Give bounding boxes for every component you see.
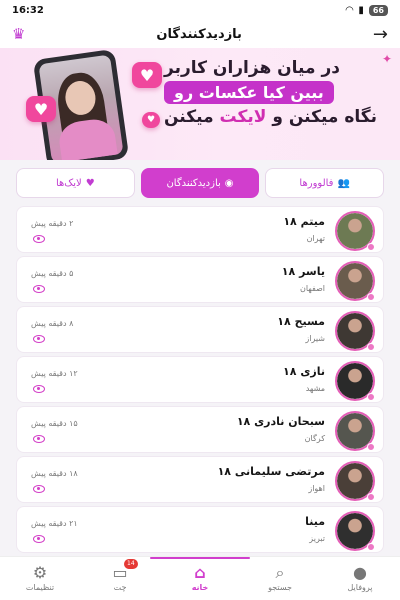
eye-icon: ◉ <box>224 177 234 189</box>
status-bar: 16:32 ◠ ▮ 66 <box>0 0 400 20</box>
banner-line-3-highlight: لایکت <box>219 107 267 127</box>
back-arrow-icon[interactable]: → <box>373 24 388 45</box>
list-item[interactable]: مرتضی سلیمانی ۱۸ اهواز ۱۸ دقیقه پیش <box>16 456 384 503</box>
visitor-city: مشهد <box>305 384 325 393</box>
nav-chat-label: چت <box>113 583 127 592</box>
online-indicator <box>367 243 375 251</box>
online-indicator <box>367 543 375 551</box>
crown-icon[interactable]: ♛ <box>12 25 25 43</box>
wifi-icon: ◠ <box>345 4 354 16</box>
promo-banner[interactable]: ♥ ♥ ♥ ✦ در میان هزاران کاربر ببین کیا عک… <box>0 48 400 160</box>
list-item[interactable]: مینا تبریز ۲۱ دقیقه پیش <box>16 506 384 553</box>
visit-time: ۱۵ دقیقه پیش <box>31 419 78 428</box>
person-icon: ● <box>353 563 367 582</box>
visitor-name: میتم ۱۸ <box>283 215 325 228</box>
bottom-nav: ● پروفایل ⌕ جستجو ⌂ خانه ▭ 14 چت ⚙ تنظیم… <box>0 556 400 600</box>
visitor-name: مینا <box>305 515 325 528</box>
status-time: 16:32 <box>12 4 44 16</box>
list-item[interactable]: میتم ۱۸ تهران ۲ دقیقه پیش <box>16 206 384 253</box>
visitor-city: شیراز <box>305 334 325 343</box>
online-indicator <box>367 293 375 301</box>
banner-text: در میان هزاران کاربر ببین کیا عکسات رو ن… <box>164 58 384 127</box>
gear-icon: ⚙ <box>32 563 48 582</box>
list-item[interactable]: سبحان نادری ۱۸ کرگان ۱۵ دقیقه پیش <box>16 406 384 453</box>
tab-bar: 👥 فالوورها ◉ بازدیدکنندگان ♥ لایک‌ها <box>15 168 384 198</box>
nav-settings-label: تنظیمات <box>25 583 55 592</box>
users-icon: 👥 <box>337 177 350 189</box>
tab-likes-label: لایک‌ها <box>55 177 82 189</box>
status-icons: ◠ ▮ 66 <box>345 4 388 16</box>
tab-followers[interactable]: 👥 فالوورها <box>265 168 384 198</box>
visitor-name: سبحان نادری ۱۸ <box>236 415 325 428</box>
eye-icon <box>33 385 45 393</box>
page-title: بازدیدکنندگان <box>156 26 242 42</box>
visit-time: ۵ دقیقه پیش <box>31 269 74 278</box>
eye-icon <box>33 485 45 493</box>
visit-time: ۱۲ دقیقه پیش <box>31 369 78 378</box>
visitor-name: نازی ۱۸ <box>283 365 325 378</box>
eye-icon <box>33 535 45 543</box>
app-bar: ♛ بازدیدکنندگان → <box>0 20 400 48</box>
tab-followers-label: فالوورها <box>299 177 334 189</box>
list-item[interactable]: نازی ۱۸ مشهد ۱۲ دقیقه پیش <box>16 356 384 403</box>
banner-line-3: نگاه میکنن و لایکت میکنن <box>164 107 377 127</box>
visit-time: ۲۱ دقیقه پیش <box>31 519 78 528</box>
nav-profile-label: پروفایل <box>347 583 373 592</box>
tab-visitors[interactable]: ◉ بازدیدکنندگان <box>140 168 260 198</box>
visitor-name: یاسر ۱۸ <box>281 265 325 278</box>
visitor-name: مسیح ۱۸ <box>277 315 325 328</box>
list-item[interactable]: یاسر ۱۸ اصفهان ۵ دقیقه پیش <box>16 256 384 303</box>
tab-visitors-label: بازدیدکنندگان <box>166 177 221 189</box>
visitor-city: کرگان <box>304 434 325 443</box>
banner-line-1: در میان هزاران کاربر <box>164 58 340 78</box>
heart-icon: ♥ <box>142 112 160 128</box>
tab-likes[interactable]: ♥ لایک‌ها <box>15 168 135 198</box>
visitor-name: مرتضی سلیمانی ۱۸ <box>217 465 325 478</box>
nav-profile[interactable]: ● پروفایل <box>320 557 400 600</box>
visitor-city: تبریز <box>309 534 325 543</box>
visitor-city: اصفهان <box>299 284 325 293</box>
heart-icon: ♥ <box>85 177 95 189</box>
nav-chat[interactable]: ▭ 14 چت <box>80 557 160 600</box>
visitor-city: اهواز <box>308 484 325 493</box>
visit-time: ۱۸ دقیقه پیش <box>31 469 78 478</box>
visit-time: ۲ دقیقه پیش <box>31 219 74 228</box>
banner-line-2: ببین کیا عکسات رو <box>164 81 334 104</box>
banner-line-3-prefix: نگاه میکنن و <box>272 107 378 127</box>
home-icon: ⌂ <box>194 563 206 582</box>
nav-settings[interactable]: ⚙ تنظیمات <box>0 557 80 600</box>
visit-time: ۸ دقیقه پیش <box>31 319 74 328</box>
battery-icon: 66 <box>368 4 388 16</box>
visitor-list: میتم ۱۸ تهران ۲ دقیقه پیش یاسر ۱۸ اصفهان… <box>16 206 384 556</box>
heart-icon: ♥ <box>26 96 56 122</box>
eye-icon <box>33 435 45 443</box>
online-indicator <box>367 343 375 351</box>
heart-icon: ♥ <box>132 62 162 88</box>
eye-icon <box>33 285 45 293</box>
signal-icon: ▮ <box>358 4 364 16</box>
banner-line-3-suffix: میکنن <box>164 107 214 127</box>
nav-home-label: خانه <box>191 583 209 592</box>
nav-search[interactable]: ⌕ جستجو <box>240 557 320 600</box>
eye-icon <box>33 235 45 243</box>
online-indicator <box>367 493 375 501</box>
nav-search-label: جستجو <box>268 583 292 592</box>
nav-home[interactable]: ⌂ خانه <box>160 557 240 600</box>
unread-badge: 14 <box>124 559 138 569</box>
search-icon: ⌕ <box>275 563 285 582</box>
online-indicator <box>367 443 375 451</box>
visitor-city: تهران <box>306 234 325 243</box>
online-indicator <box>367 393 375 401</box>
list-item[interactable]: مسیح ۱۸ شیراز ۸ دقیقه پیش <box>16 306 384 353</box>
eye-icon <box>33 335 45 343</box>
